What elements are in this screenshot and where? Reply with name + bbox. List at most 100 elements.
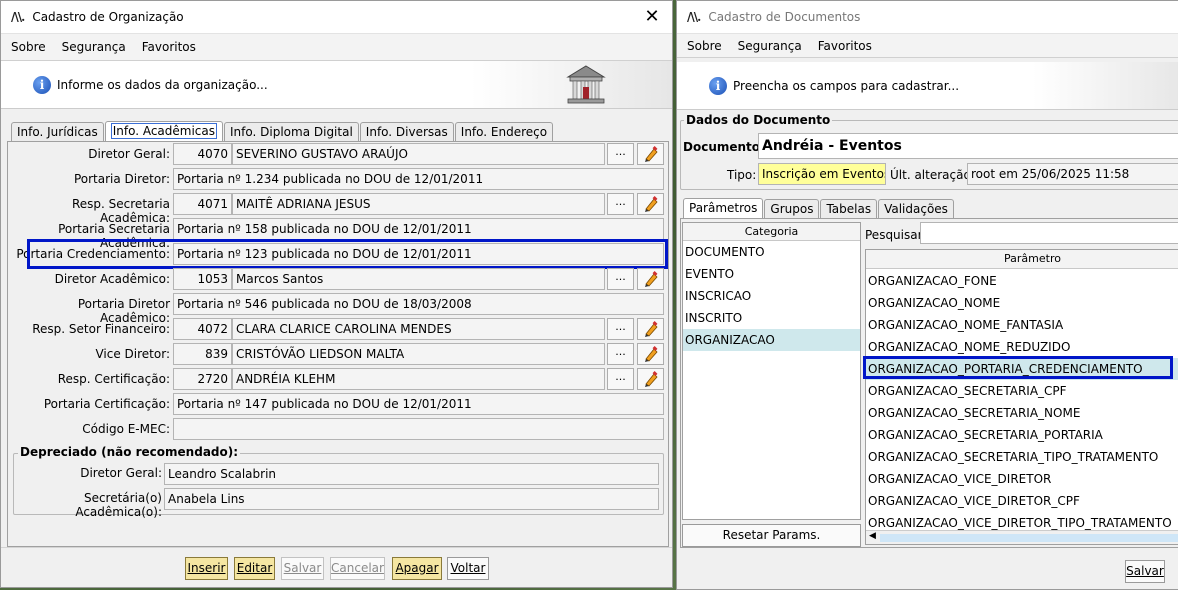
- parametro-item[interactable]: ORGANIZACAO_SECRETARIA_PORTARIA: [866, 424, 1178, 446]
- tab-bar: Parâmetros Grupos Tabelas Validações: [683, 197, 955, 220]
- field-value[interactable]: CLARA CLARICE CAROLINA MENDES: [232, 318, 605, 340]
- tab-parametros[interactable]: Parâmetros: [683, 198, 764, 220]
- tab-bar: Info. Jurídicas Info. Acadêmicas Info. D…: [11, 120, 554, 143]
- voltar-button[interactable]: Voltar: [447, 557, 489, 580]
- field-label: Código E-MEC:: [82, 422, 170, 436]
- app-logo-icon: /\\.: [11, 10, 25, 24]
- field-label: Resp. Certificação:: [57, 372, 170, 386]
- categoria-header: Categoria: [683, 223, 860, 241]
- scroll-left-icon[interactable]: ◀: [869, 531, 876, 541]
- tab-info-endereco[interactable]: Info. Endereço: [454, 122, 554, 142]
- menu-seguranca[interactable]: Segurança: [62, 40, 126, 54]
- lookup-button[interactable]: ...: [607, 368, 634, 390]
- categoria-item[interactable]: ORGANIZACAO: [683, 329, 860, 351]
- pesquisar-input[interactable]: [920, 222, 1178, 244]
- parametro-item[interactable]: ORGANIZACAO_NOME_REDUZIDO: [866, 336, 1178, 358]
- field-code[interactable]: 4071: [173, 193, 232, 215]
- field-value[interactable]: ANDRÉIA KLEHM: [232, 368, 605, 390]
- tab-info-juridicas[interactable]: Info. Jurídicas: [11, 122, 104, 142]
- pencil-icon[interactable]: [637, 143, 664, 165]
- field-label: Vice Diretor:: [95, 347, 170, 361]
- parametro-item[interactable]: ORGANIZACAO_NOME_FANTASIA: [866, 314, 1178, 336]
- close-icon[interactable]: ✕: [640, 7, 664, 29]
- lookup-button[interactable]: ...: [607, 143, 634, 165]
- field-code[interactable]: 4072: [173, 318, 232, 340]
- tab-tabelas[interactable]: Tabelas: [820, 199, 878, 219]
- tab-info-academicas[interactable]: Info. Acadêmicas: [104, 121, 224, 143]
- field-value[interactable]: CRISTÓVÃO LIEDSON MALTA: [232, 343, 605, 365]
- categoria-item[interactable]: INSCRICAO: [683, 285, 860, 307]
- parametro-item[interactable]: ORGANIZACAO_SECRETARIA_TIPO_TRATAMENTO: [866, 446, 1178, 468]
- lookup-button[interactable]: ...: [607, 318, 634, 340]
- field-label: Diretor Acadêmico:: [54, 272, 170, 286]
- menu-favoritos[interactable]: Favoritos: [818, 39, 872, 53]
- tipo-field[interactable]: Inscrição em Eventos: [758, 163, 886, 185]
- title-bar: /\\. Cadastro de Documentos: [677, 1, 1178, 34]
- inserir-button[interactable]: Inserir: [185, 557, 228, 580]
- parametro-item[interactable]: ORGANIZACAO_NOME: [866, 292, 1178, 314]
- info-icon: i: [709, 76, 727, 95]
- field-value[interactable]: Portaria nº 158 publicada no DOU de 12/0…: [173, 218, 664, 240]
- ult-alteracao-label: Últ. alteração:: [890, 168, 975, 182]
- resetar-params-button[interactable]: Resetar Params.: [682, 524, 861, 547]
- parametro-item[interactable]: ORGANIZACAO_VICE_DIRETOR_CPF: [866, 490, 1178, 512]
- field-value[interactable]: Portaria nº 546 publicada no DOU de 18/0…: [173, 293, 664, 315]
- pencil-icon[interactable]: [637, 268, 664, 290]
- lookup-button[interactable]: ...: [607, 343, 634, 365]
- tab-info-diploma-digital[interactable]: Info. Diploma Digital: [224, 122, 359, 142]
- dep-secretaria-label: Secretária(o) Acadêmica(o):: [75, 491, 162, 519]
- apagar-button[interactable]: Apagar: [392, 557, 442, 580]
- categoria-item[interactable]: INSCRITO: [683, 307, 860, 329]
- parametro-item[interactable]: ORGANIZACAO_VICE_DIRETOR: [866, 468, 1178, 490]
- app-logo-icon: /\\.: [687, 10, 701, 24]
- field-code[interactable]: 4070: [173, 143, 232, 165]
- dep-diretor-field[interactable]: Leandro Scalabrin: [164, 463, 659, 485]
- field-value[interactable]: MAITÊ ADRIANA JESUS: [232, 193, 605, 215]
- pencil-icon[interactable]: [637, 193, 664, 215]
- field-value[interactable]: Marcos Santos: [232, 268, 605, 290]
- lookup-button[interactable]: ...: [607, 268, 634, 290]
- info-banner: i Informe os dados da organização...: [1, 61, 672, 109]
- categoria-item[interactable]: EVENTO: [683, 263, 860, 285]
- parametro-item[interactable]: ORGANIZACAO_SECRETARIA_NOME: [866, 402, 1178, 424]
- scroll-thumb[interactable]: [880, 534, 1178, 542]
- tab-validacoes[interactable]: Validações: [878, 199, 954, 219]
- menu-sobre[interactable]: Sobre: [11, 40, 46, 54]
- field-value[interactable]: Portaria nº 1.234 publicada no DOU de 12…: [173, 168, 664, 190]
- tab-info-diversas[interactable]: Info. Diversas: [359, 122, 454, 142]
- dep-diretor-label: Diretor Geral:: [80, 466, 162, 480]
- menu-seguranca[interactable]: Segurança: [738, 39, 802, 53]
- field-code[interactable]: 1053: [173, 268, 232, 290]
- info-icon: i: [33, 75, 51, 94]
- field-code[interactable]: 2720: [173, 368, 232, 390]
- parametro-item[interactable]: ORGANIZACAO_SECRETARIA_CPF: [866, 380, 1178, 402]
- salvar-button[interactable]: Salvar: [1125, 560, 1165, 583]
- pencil-icon[interactable]: [637, 368, 664, 390]
- menu-sobre[interactable]: Sobre: [687, 39, 722, 53]
- button-bar: Inserir Editar Salvar Cancelar Apagar Vo…: [1, 547, 672, 587]
- pencil-icon[interactable]: [637, 318, 664, 340]
- tipo-label: Tipo:: [727, 168, 757, 182]
- parametro-items: ORGANIZACAO_FONE ORGANIZACAO_NOME ORGANIZA…: [866, 269, 1178, 534]
- cancelar-button[interactable]: Cancelar: [330, 557, 385, 580]
- categoria-item[interactable]: DOCUMENTO: [683, 241, 860, 263]
- dep-secretaria-field[interactable]: Anabela Lins: [164, 488, 659, 510]
- field-label: Portaria Diretor:: [73, 172, 170, 186]
- field-code[interactable]: 839: [173, 343, 232, 365]
- field-value[interactable]: [173, 418, 664, 440]
- lookup-button[interactable]: ...: [607, 193, 634, 215]
- academic-panel: Diretor Geral: 4070 SEVERINO GUSTAVO ARAÚJ…: [7, 141, 669, 547]
- field-value[interactable]: Portaria nº 147 publicada no DOU de 12/0…: [173, 393, 664, 415]
- highlight-box-parametro: [863, 356, 1173, 379]
- documento-field[interactable]: Andréia - Eventos: [758, 133, 1178, 159]
- pencil-icon[interactable]: [637, 343, 664, 365]
- menu-favoritos[interactable]: Favoritos: [142, 40, 196, 54]
- title-bar: /\\. Cadastro de Organização ✕: [1, 1, 672, 34]
- field-value[interactable]: SEVERINO GUSTAVO ARAÚJO: [232, 143, 605, 165]
- tab-grupos[interactable]: Grupos: [764, 199, 820, 219]
- horizontal-scrollbar[interactable]: ◀: [866, 530, 1178, 544]
- editar-button[interactable]: Editar: [234, 557, 275, 580]
- parametro-item[interactable]: ORGANIZACAO_FONE: [866, 270, 1178, 292]
- building-icon: [566, 65, 606, 104]
- salvar-button[interactable]: Salvar: [281, 557, 324, 580]
